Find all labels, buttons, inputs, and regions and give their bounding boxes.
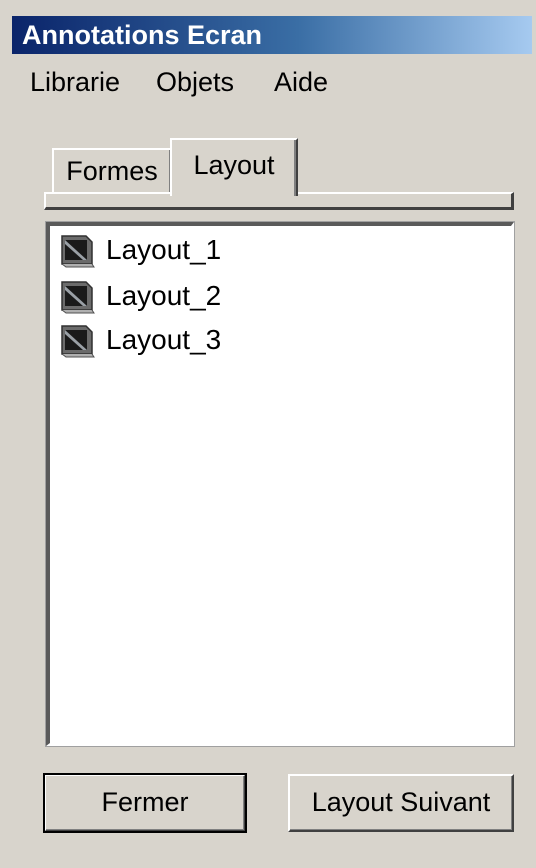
list-item-label: Layout_3 [106, 324, 222, 355]
tab-formes[interactable]: Formes [52, 148, 172, 194]
tab-layout[interactable]: Layout [170, 138, 298, 196]
layout-list[interactable]: Layout_1 Layout_2 Layout_3 [46, 222, 514, 746]
list-item[interactable]: Layout_1 [56, 230, 221, 270]
list-item[interactable]: Layout_2 [56, 276, 221, 316]
layout-file-icon [61, 235, 95, 268]
title-bar[interactable]: Annotations Ecran [12, 16, 532, 54]
list-item-label: Layout_2 [106, 280, 222, 311]
layout-file-icon [61, 281, 95, 314]
menu-aide[interactable]: Aide [270, 62, 332, 102]
menu-bar: Librarie Objets Aide [12, 62, 532, 102]
list-item[interactable]: Layout_3 [56, 320, 221, 360]
menu-librarie[interactable]: Librarie [26, 62, 124, 102]
layout-file-icon [61, 325, 95, 358]
list-item-label: Layout_1 [106, 234, 222, 265]
menu-objets[interactable]: Objets [152, 62, 238, 102]
next-layout-button[interactable]: Layout Suivant [288, 774, 514, 832]
close-button[interactable]: Fermer [43, 773, 247, 833]
window-title: Annotations Ecran [22, 20, 263, 50]
annotations-window: Annotations Ecran Librarie Objets Aide F… [0, 0, 536, 868]
